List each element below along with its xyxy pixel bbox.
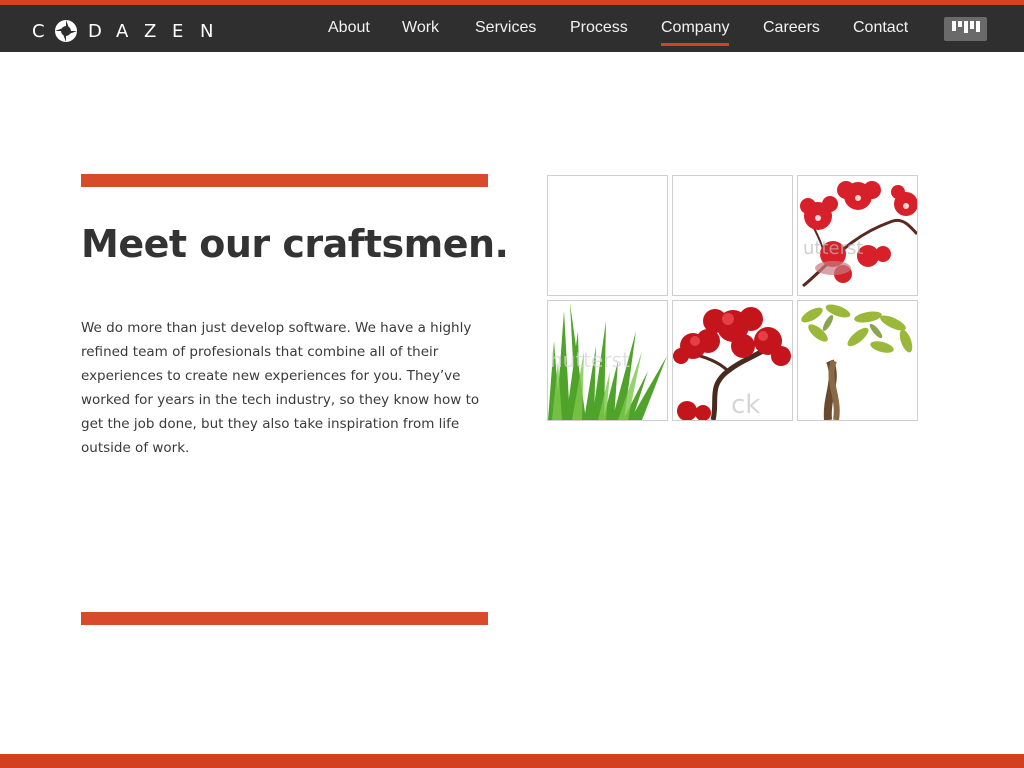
money-tree-icon [798,301,917,420]
nav-company[interactable]: Company [661,19,730,46]
bonsai-icon: ck [673,301,792,420]
svg-text:utterst: utterst [803,238,863,259]
bottom-section-divider [81,612,488,625]
page-title: Meet our craftsmen. [81,222,509,266]
svg-text:ck: ck [731,390,760,420]
red-bonsai-tree-image[interactable]: ck [672,300,793,421]
menu-button[interactable] [944,17,987,41]
red-orchid-image[interactable]: utterst [797,175,918,296]
svg-text:hutterst: hutterst [550,348,630,372]
empty-tile-2[interactable] [672,175,793,296]
money-tree-plant-image[interactable] [797,300,918,421]
footer-accent-bar [0,754,1024,768]
empty-tile-1[interactable] [547,175,668,296]
nav-careers[interactable]: Careers [763,19,820,37]
nav-process[interactable]: Process [570,19,628,37]
nav-services[interactable]: Services [475,19,536,37]
site-logo[interactable]: C DAZEN [32,19,228,43]
nav-about[interactable]: About [328,19,370,37]
logo-compass-icon [55,20,77,42]
grass-icon: hutterst [548,301,667,420]
nav-work[interactable]: Work [402,19,439,37]
green-grass-image[interactable]: hutterst [547,300,668,421]
navbar: C DAZEN About Work Services Process Comp… [0,5,1024,52]
intro-paragraph: We do more than just develop software. W… [81,320,480,456]
orchid-icon: utterst [798,176,917,295]
nav-contact[interactable]: Contact [853,19,908,37]
top-section-divider [81,174,488,187]
